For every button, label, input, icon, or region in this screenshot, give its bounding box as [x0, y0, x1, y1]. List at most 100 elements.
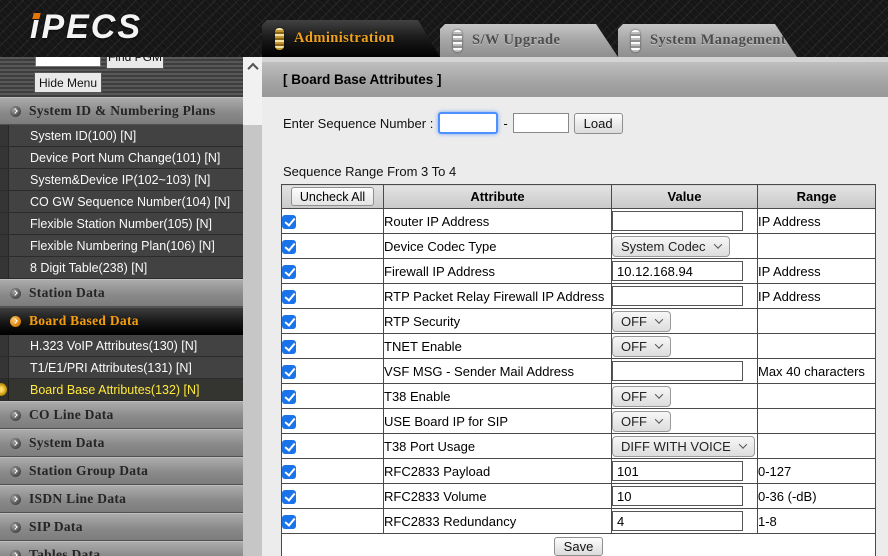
value-input-rfc2833-payload[interactable] — [612, 461, 743, 481]
value-select-rtp-security[interactable]: OFF — [612, 311, 671, 332]
main-content: [ Board Base Attributes ] Enter Sequence… — [262, 57, 888, 556]
main-tab-bar: Administration S/W Upgrade System Manageme… — [262, 0, 888, 57]
row-checkbox-checked[interactable] — [282, 215, 296, 229]
tab-label: S/W Upgrade — [472, 32, 560, 49]
row-checkbox-checked[interactable] — [282, 365, 296, 379]
sidebar-section-board-based-data[interactable]: Board Based Data — [0, 307, 243, 335]
row-checkbox-checked[interactable] — [282, 515, 296, 529]
row-check-cell — [282, 409, 384, 434]
row-checkbox-checked[interactable] — [282, 240, 296, 254]
value-select-t38-enable[interactable]: OFF — [612, 386, 671, 407]
sidebar-item-system-device-ip-102-103-n[interactable]: System&Device IP(102~103) [N] — [0, 169, 243, 191]
value-select-use-board-ip-for-sip[interactable]: OFF — [612, 411, 671, 432]
value-select-tnet-enable[interactable]: OFF — [612, 336, 671, 357]
row-checkbox-checked[interactable] — [282, 440, 296, 454]
row-checkbox-checked[interactable] — [282, 290, 296, 304]
row-check-cell — [282, 334, 384, 359]
save-button[interactable]: Save — [554, 537, 604, 556]
sidebar-section-label: Tables Data — [29, 547, 100, 556]
row-checkbox-checked[interactable] — [282, 465, 296, 479]
value-input-router-ip-address[interactable] — [612, 211, 743, 231]
tab-system-management[interactable]: System Management — [618, 24, 797, 57]
load-button[interactable]: Load — [574, 113, 623, 134]
sidebar-item-flexible-station-number-105-n[interactable]: Flexible Station Number(105) [N] — [0, 213, 243, 235]
sidebar-item-t1-e1-pri-attributes-131-n[interactable]: T1/E1/PRI Attributes(131) [N] — [0, 357, 243, 379]
row-checkbox-checked[interactable] — [282, 315, 296, 329]
row-checkbox-checked[interactable] — [282, 415, 296, 429]
scrollbar-thumb[interactable] — [243, 125, 262, 556]
sidebar-section-label: CO Line Data — [29, 407, 114, 423]
row-check-cell — [282, 209, 384, 234]
sidebar-section-co-line-data[interactable]: CO Line Data — [0, 401, 243, 429]
section-arrow-icon — [10, 106, 21, 117]
sidebar-item-h-323-voip-attributes-130-n[interactable]: H.323 VoIP Attributes(130) [N] — [0, 335, 243, 357]
column-header-value: Value — [612, 185, 758, 209]
value-input-rfc2833-redundancy[interactable] — [612, 511, 743, 531]
uncheck-all-button[interactable]: Uncheck All — [291, 187, 374, 206]
top-header: iPECS AdministrationS/W UpgradeSystem Ma… — [0, 0, 888, 57]
range-text — [758, 384, 876, 409]
section-arrow-icon — [10, 466, 21, 477]
find-pgm-button[interactable]: Find PGM — [106, 57, 164, 69]
row-checkbox-checked[interactable] — [282, 490, 296, 504]
sidebar-item-device-port-num-change-101-n[interactable]: Device Port Num Change(101) [N] — [0, 147, 243, 169]
value-input-vsf-msg-sender-mail-address[interactable] — [612, 361, 743, 381]
value-cell — [612, 484, 758, 509]
section-arrow-icon — [10, 288, 21, 299]
sidebar-section-system-data[interactable]: System Data — [0, 429, 243, 457]
range-text: IP Address — [758, 259, 876, 284]
hide-menu-button[interactable]: Hide Menu — [34, 72, 102, 93]
chevron-down-icon — [655, 415, 663, 423]
sequence-from-input[interactable] — [438, 112, 498, 134]
tab-s-w-upgrade[interactable]: S/W Upgrade — [440, 24, 618, 57]
value-select-t38-port-usage[interactable]: DIFF WITH VOICE — [612, 436, 755, 457]
attribute-name: Router IP Address — [384, 209, 612, 234]
sidebar-section-label: Board Based Data — [29, 313, 139, 329]
table-row: RFC2833 Redundancy1-8 — [282, 509, 876, 534]
value-input-rfc2833-volume[interactable] — [612, 486, 743, 506]
attribute-name: USE Board IP for SIP — [384, 409, 612, 434]
sidebar-section-station-group-data[interactable]: Station Group Data — [0, 457, 243, 485]
sidebar-section-station-data[interactable]: Station Data — [0, 279, 243, 307]
sequence-to-input[interactable] — [513, 113, 569, 133]
row-checkbox-checked[interactable] — [282, 265, 296, 279]
select-value: OFF — [621, 314, 647, 329]
sidebar-section-isdn-line-data[interactable]: ISDN Line Data — [0, 485, 243, 513]
sidebar-item-8-digit-table-238-n[interactable]: 8 Digit Table(238) [N] — [0, 257, 243, 279]
sidebar-item-co-gw-sequence-number-104-n[interactable]: CO GW Sequence Number(104) [N] — [0, 191, 243, 213]
sidebar-section-system-id-numbering-plans[interactable]: System ID & Numbering Plans — [0, 97, 243, 125]
value-cell: OFF — [612, 334, 758, 359]
value-cell: OFF — [612, 409, 758, 434]
value-cell: System Codec — [612, 234, 758, 259]
vertical-scrollbar[interactable] — [243, 57, 262, 556]
sidebar-section-label: Station Data — [29, 285, 105, 301]
value-select-device-codec-type[interactable]: System Codec — [612, 236, 730, 257]
sidebar-section-tables-data[interactable]: Tables Data — [0, 541, 243, 556]
sequence-range-text: Sequence Range From 3 To 4 — [283, 164, 456, 179]
page-title: [ Board Base Attributes ] — [262, 62, 888, 97]
sidebar-section-sip-data[interactable]: SIP Data — [0, 513, 243, 541]
sidebar-item-board-base-attributes-132-n[interactable]: Board Base Attributes(132) [N] — [0, 379, 243, 401]
attribute-name: RFC2833 Redundancy — [384, 509, 612, 534]
value-input-rtp-packet-relay-firewall-ip-address[interactable] — [612, 286, 743, 306]
tab-s-w-upgrade-icon — [453, 30, 462, 52]
tab-system-management-icon — [631, 30, 640, 52]
tab-administration[interactable]: Administration — [262, 20, 440, 57]
section-arrow-icon — [10, 316, 21, 327]
sequence-separator: - — [503, 116, 507, 131]
sidebar-item-system-id-100-n[interactable]: System ID(100) [N] — [0, 125, 243, 147]
attribute-name: VSF MSG - Sender Mail Address — [384, 359, 612, 384]
value-input-firewall-ip-address[interactable] — [612, 261, 743, 281]
chevron-down-icon — [655, 340, 663, 348]
row-checkbox-checked[interactable] — [282, 390, 296, 404]
row-checkbox-checked[interactable] — [282, 340, 296, 354]
scrollbar-up-arrow-icon[interactable] — [243, 57, 262, 76]
table-row: TNET EnableOFF — [282, 334, 876, 359]
chevron-down-icon — [655, 390, 663, 398]
sidebar-menu: System ID & Numbering PlansSystem ID(100… — [0, 97, 243, 556]
range-text — [758, 434, 876, 459]
sidebar-item-flexible-numbering-plan-106-n[interactable]: Flexible Numbering Plan(106) [N] — [0, 235, 243, 257]
value-cell: DIFF WITH VOICE — [612, 434, 758, 459]
find-pgm-input[interactable] — [35, 57, 101, 67]
uncheck-all-cell: Uncheck All — [282, 185, 384, 209]
